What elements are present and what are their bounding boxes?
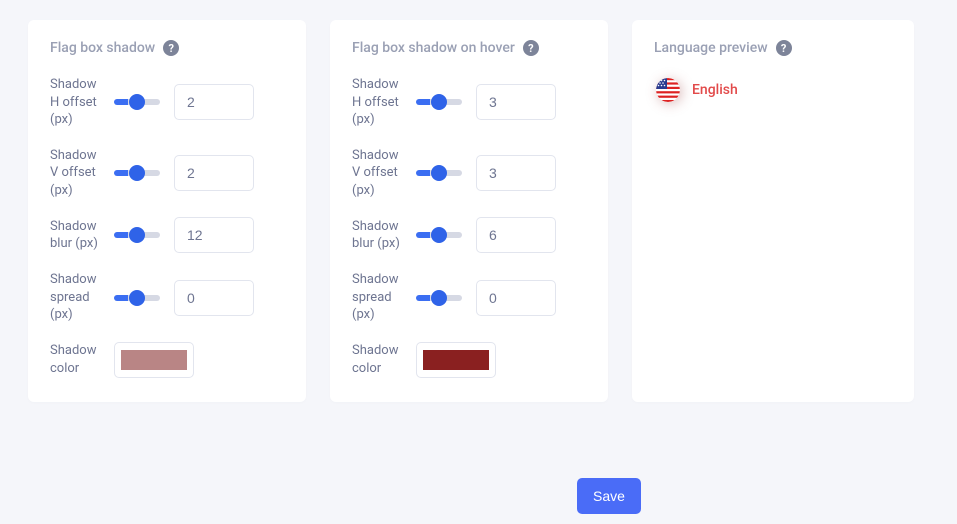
- shadow-h-offset-input[interactable]: [174, 84, 254, 120]
- hover-h-offset-slider[interactable]: [416, 99, 462, 105]
- hover-blur-row: Shadow blur (px): [352, 217, 586, 253]
- card-title-text: Flag box shadow on hover: [352, 40, 515, 56]
- shadow-spread-row: Shadow spread (px): [50, 271, 284, 324]
- hover-color-swatch[interactable]: [423, 350, 489, 370]
- shadow-h-offset-row: Shadow H offset (px): [50, 76, 284, 129]
- field-label: Shadow spread (px): [50, 271, 104, 324]
- card-title: Flag box shadow ?: [50, 40, 284, 56]
- save-button[interactable]: Save: [577, 478, 641, 514]
- language-preview-row: English: [654, 78, 892, 102]
- shadow-v-offset-row: Shadow V offset (px): [50, 147, 284, 200]
- hover-spread-row: Shadow spread (px): [352, 271, 586, 324]
- field-label: Shadow H offset (px): [50, 76, 104, 129]
- help-icon[interactable]: ?: [163, 40, 179, 56]
- help-icon[interactable]: ?: [776, 40, 792, 56]
- hover-spread-input[interactable]: [476, 280, 556, 316]
- field-label: Shadow spread (px): [352, 271, 406, 324]
- shadow-v-offset-slider[interactable]: [114, 170, 160, 176]
- card-title: Flag box shadow on hover ?: [352, 40, 586, 56]
- field-label: Shadow color: [50, 342, 104, 377]
- shadow-h-offset-slider[interactable]: [114, 99, 160, 105]
- hover-h-offset-input[interactable]: [476, 84, 556, 120]
- flag-box-shadow-card: Flag box shadow ? Shadow H offset (px) S…: [28, 20, 306, 402]
- shadow-blur-row: Shadow blur (px): [50, 217, 284, 253]
- help-icon[interactable]: ?: [523, 40, 539, 56]
- shadow-blur-input[interactable]: [174, 217, 254, 253]
- shadow-spread-input[interactable]: [174, 280, 254, 316]
- shadow-v-offset-input[interactable]: [174, 155, 254, 191]
- shadow-spread-slider[interactable]: [114, 295, 160, 301]
- shadow-color-row: Shadow color: [50, 342, 284, 378]
- field-label: Shadow V offset (px): [352, 147, 406, 200]
- hover-v-offset-row: Shadow V offset (px): [352, 147, 586, 200]
- hover-v-offset-input[interactable]: [476, 155, 556, 191]
- hover-v-offset-slider[interactable]: [416, 170, 462, 176]
- field-label: Shadow blur (px): [352, 218, 406, 253]
- language-preview-card: Language preview ?: [632, 20, 914, 402]
- field-label: Shadow H offset (px): [352, 76, 406, 129]
- hover-color-row: Shadow color: [352, 342, 586, 378]
- shadow-blur-slider[interactable]: [114, 232, 160, 238]
- flag-box-shadow-hover-card: Flag box shadow on hover ? Shadow H offs…: [330, 20, 608, 402]
- field-label: Shadow V offset (px): [50, 147, 104, 200]
- color-swatch-container: [114, 342, 194, 378]
- us-flag-icon: [656, 78, 680, 102]
- hover-blur-slider[interactable]: [416, 232, 462, 238]
- shadow-color-swatch[interactable]: [121, 350, 187, 370]
- card-title-text: Flag box shadow: [50, 40, 155, 56]
- hover-spread-slider[interactable]: [416, 295, 462, 301]
- field-label: Shadow blur (px): [50, 218, 104, 253]
- field-label: Shadow color: [352, 342, 406, 377]
- card-title: Language preview ?: [654, 40, 892, 56]
- hover-h-offset-row: Shadow H offset (px): [352, 76, 586, 129]
- color-swatch-container: [416, 342, 496, 378]
- hover-blur-input[interactable]: [476, 217, 556, 253]
- language-preview-label: English: [692, 82, 738, 98]
- card-title-text: Language preview: [654, 40, 768, 56]
